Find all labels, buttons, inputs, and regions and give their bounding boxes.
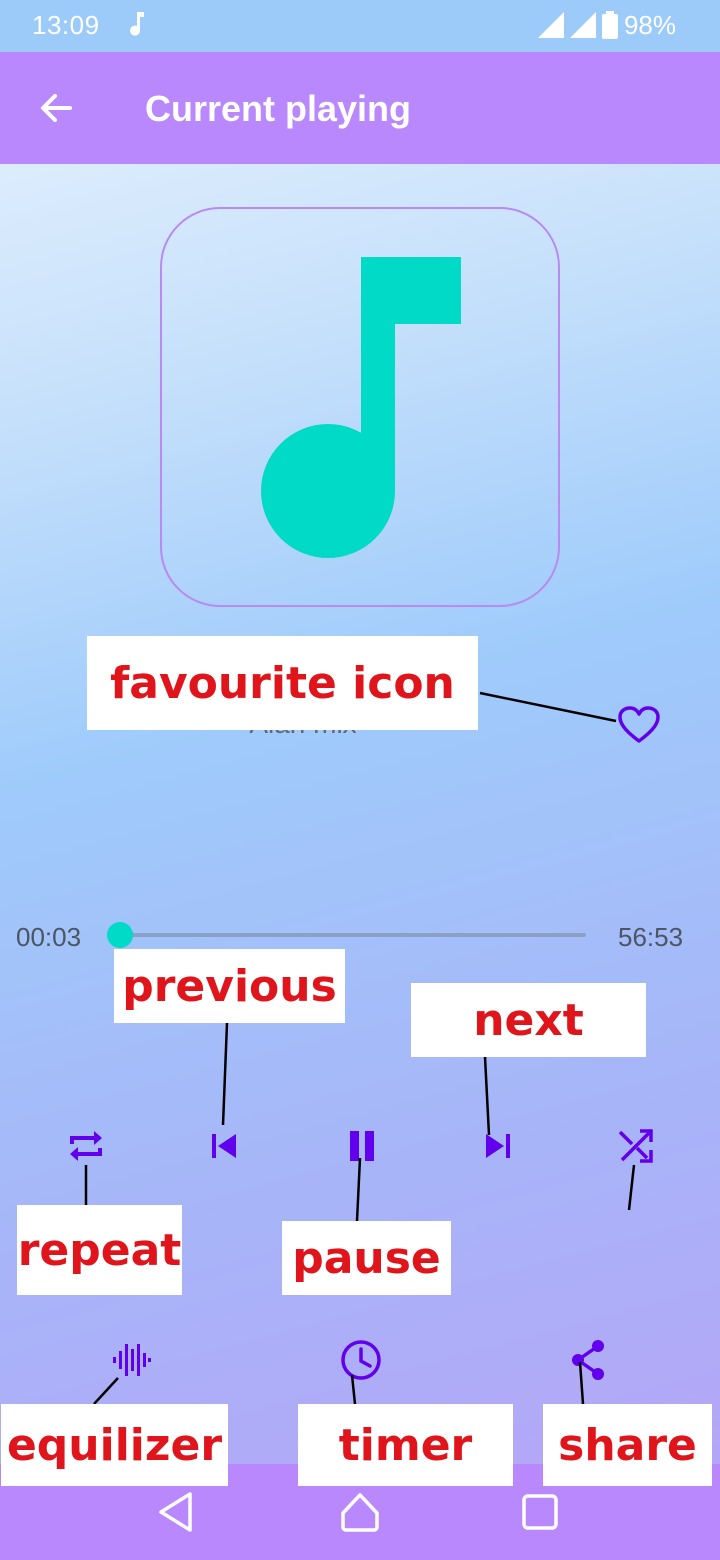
battery-level: 98% — [623, 9, 676, 40]
annotation-pause: pause — [282, 1221, 451, 1295]
signal-icon — [569, 12, 596, 38]
annotation-previous: previous — [114, 949, 345, 1023]
equalizer-icon — [113, 1344, 151, 1376]
annotation-share: share — [543, 1404, 712, 1486]
signal-icon — [537, 12, 564, 38]
repeat-button[interactable] — [60, 1120, 112, 1172]
triangle-back-icon — [159, 1492, 192, 1532]
status-time: 13:09 — [32, 10, 100, 40]
repeat-icon — [70, 1131, 102, 1161]
share-icon — [572, 1340, 604, 1380]
nav-back-button[interactable] — [142, 1478, 210, 1546]
arrow-left-icon — [41, 94, 72, 122]
nav-recents-button[interactable] — [506, 1478, 574, 1546]
nav-home-button[interactable] — [326, 1478, 394, 1546]
pause-button[interactable] — [334, 1120, 390, 1172]
app-bar: Current playing — [0, 52, 720, 164]
shuffle-icon — [618, 1129, 653, 1163]
next-button[interactable] — [472, 1120, 524, 1172]
clock-icon — [341, 1340, 381, 1380]
previous-button[interactable] — [198, 1120, 250, 1172]
home-icon — [341, 1493, 379, 1532]
page-title: Current playing — [145, 88, 412, 129]
annotation-favourite: favourite icon — [87, 636, 478, 730]
annotation-equalizer: equilizer — [1, 1404, 228, 1486]
status-bar: 13:09 98% — [0, 0, 720, 52]
skip-previous-icon — [212, 1134, 236, 1158]
favourite-button[interactable] — [612, 700, 666, 750]
music-notification-icon — [128, 10, 148, 43]
timer-button[interactable] — [334, 1334, 388, 1386]
back-button[interactable] — [22, 72, 90, 144]
heart-icon — [618, 706, 660, 743]
square-recents-icon — [522, 1494, 558, 1530]
share-button[interactable] — [562, 1334, 616, 1386]
status-indicators: 98% — [537, 9, 676, 40]
pause-icon — [350, 1131, 374, 1161]
shuffle-button[interactable] — [610, 1120, 662, 1172]
skip-next-icon — [486, 1134, 510, 1158]
equalizer-button[interactable] — [104, 1334, 158, 1386]
annotation-timer: timer — [298, 1404, 513, 1486]
annotation-next: next — [411, 983, 646, 1057]
music-note-icon — [261, 257, 461, 558]
total-time: 56:53 — [618, 922, 684, 952]
elapsed-time: 00:03 — [16, 922, 82, 952]
annotation-repeat: repeat — [17, 1205, 182, 1295]
album-artwork — [160, 207, 560, 607]
seek-thumb[interactable] — [107, 922, 134, 948]
battery-icon — [601, 11, 618, 39]
seek-bar[interactable] — [120, 933, 586, 937]
